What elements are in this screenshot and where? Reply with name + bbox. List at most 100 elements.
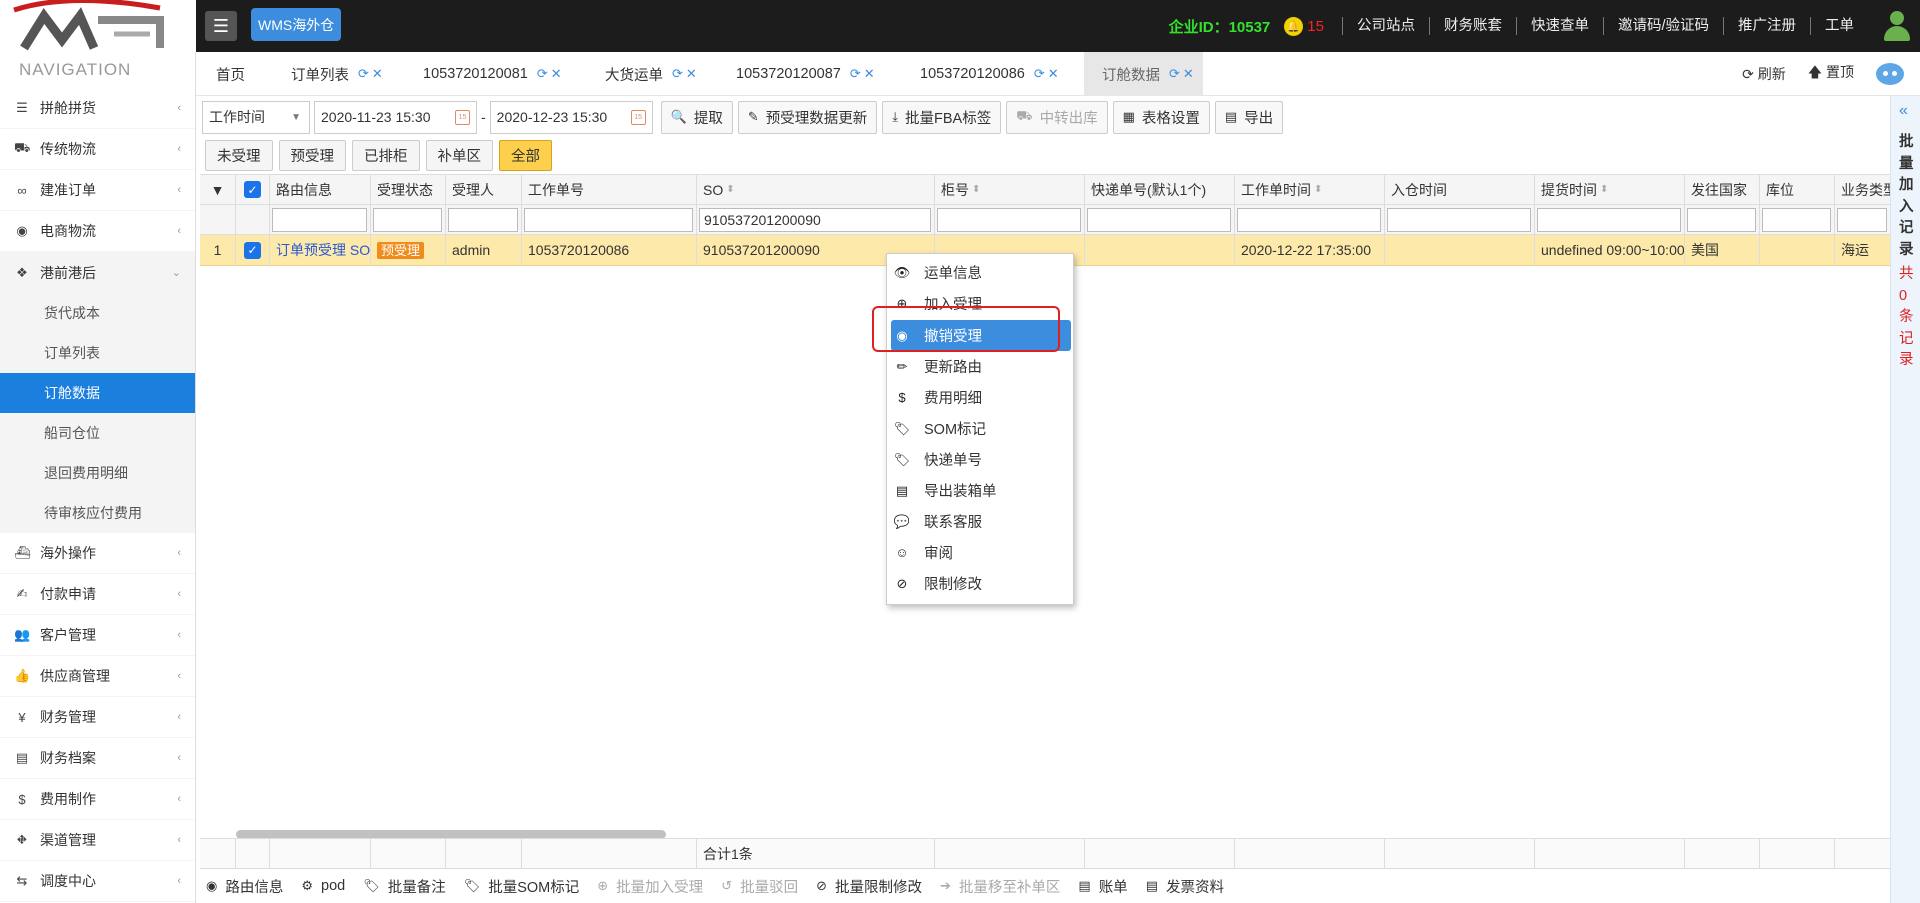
sidebar-item-channels[interactable]: ⛖ 渠道管理 ‹ [0,820,195,861]
link-company-site[interactable]: 公司站点 [1341,17,1429,35]
pin-top-button[interactable]: 🡅 置顶 [1808,62,1854,86]
sidebar-item-booking-orders[interactable]: ∞ 建准订单 ‹ [0,170,195,211]
filter-biz-type-input[interactable] [1837,207,1887,232]
col-work-no[interactable]: 工作单号 [522,175,697,204]
refresh-icon[interactable]: ⟳ [850,66,861,82]
col-location[interactable]: 库位 [1760,175,1835,204]
sidebar-subitem-refund-details[interactable]: 退回费用明细 [0,453,195,493]
filter-work-no-input[interactable] [524,207,693,232]
refresh-icon[interactable]: ⟳ [1169,66,1180,82]
filter-so-input[interactable]: 910537201200090 [699,207,931,232]
filter-route-input[interactable] [272,207,367,232]
sidebar-subitem-order-list[interactable]: 订单列表 [0,333,195,373]
user-avatar[interactable] [1882,11,1912,41]
batch-fba-label-button[interactable]: ⤓ 批量FBA标签 [882,100,1002,134]
filter-container-input[interactable] [937,207,1081,232]
filter-country-input[interactable] [1687,207,1756,232]
menu-item-contact-support[interactable]: 💬 联系客服 [887,506,1073,537]
sidebar-subitem-freight-cost[interactable]: 货代成本 [0,293,195,333]
batch-som-mark-button[interactable]: 🏷 批量SOM标记 [464,876,580,897]
invoice-info-button[interactable]: ▤ 发票资料 [1146,876,1224,897]
sidebar-item-payment-request[interactable]: ✍ 付款申请 ‹ [0,574,195,615]
tab-home[interactable]: 首页 [216,52,245,96]
tab-1053720120081[interactable]: 1053720120081 ⟳ ✕ [423,52,562,96]
route-info-button[interactable]: ◉ 路由信息 [206,876,283,897]
close-icon[interactable]: ✕ [864,66,875,82]
update-preaccept-button[interactable]: ✎ 预受理数据更新 [737,100,878,134]
select-all-checkbox[interactable]: ✓ [236,175,270,204]
link-invite-code[interactable]: 邀请码/验证码 [1602,17,1723,35]
sort-icon[interactable]: ⬍ [1314,184,1322,195]
batch-move-supplement-button[interactable]: ➔ 批量移至补单区 [940,876,1060,897]
pod-button[interactable]: ⚙ pod [301,878,345,894]
calendar-icon[interactable]: 15 [455,109,470,125]
cell-route[interactable]: 订单预受理 SO [270,235,371,265]
sidebar-item-port[interactable]: ❖ 港前港后 ⌄ [0,252,195,293]
sidebar-item-finance[interactable]: ¥ 财务管理 ‹ [0,697,195,738]
link-promo-register[interactable]: 推广注册 [1723,17,1810,35]
sidebar-subitem-pending-payables[interactable]: 待审核应付费用 [0,493,195,533]
route-link[interactable]: 订单预受理 SO [276,240,370,260]
table-settings-button[interactable]: ▦ 表格设置 [1112,100,1210,134]
sort-icon[interactable]: ⬍ [726,184,734,195]
col-in-time[interactable]: 入仓时间 [1385,175,1535,204]
sidebar-item-traditional-logistics[interactable]: ⛟ 传统物流 ‹ [0,129,195,170]
menu-item-update-route[interactable]: ✏ 更新路由 [887,351,1073,382]
sidebar-item-customers[interactable]: 👥 客户管理 ‹ [0,615,195,656]
row-checkbox[interactable]: ✓ [236,235,270,265]
sidebar-item-ecommerce-logistics[interactable]: ◉ 电商物流 ‹ [0,211,195,252]
date-from-input[interactable]: 2020-11-23 15:30 15 [314,100,477,134]
refresh-icon[interactable]: ⟳ [1034,66,1045,82]
batch-restrict-edit-button[interactable]: ⊘ 批量限制修改 [816,876,922,897]
link-quick-search[interactable]: 快速查单 [1515,17,1603,35]
menu-item-som-mark[interactable]: 🏷 SOM标记 [887,413,1073,444]
filter-in-time-input[interactable] [1387,207,1531,232]
col-express[interactable]: 快递单号(默认1个) [1085,175,1235,204]
sidebar-item-consolidation[interactable]: ☰ 拼舱拼货 ‹ [0,88,195,129]
col-country[interactable]: 发往国家 [1685,175,1760,204]
menu-item-restrict-edit[interactable]: ⊘ 限制修改 [887,568,1073,599]
link-work-order[interactable]: 工单 [1810,17,1868,35]
col-container[interactable]: 柜号 ⬍ [935,175,1085,204]
menu-item-waybill-info[interactable]: 👁 运单信息 [887,257,1073,288]
refresh-icon[interactable]: ⟳ [672,66,683,82]
menu-item-express-no[interactable]: 🏷 快递单号 [887,444,1073,475]
col-handler[interactable]: 受理人 [446,175,522,204]
filter-preaccepted[interactable]: 预受理 [278,140,346,171]
filter-supplement[interactable]: 补单区 [425,140,493,171]
filter-pickup-time-input[interactable] [1537,207,1681,232]
close-icon[interactable]: ✕ [686,66,697,82]
tab-order-list[interactable]: 订单列表 ⟳ ✕ [291,52,383,96]
sidebar-item-overseas-ops[interactable]: ⛴ 海外操作 ‹ [0,533,195,574]
col-work-time[interactable]: 工作单时间 ⬍ [1235,175,1385,204]
col-route[interactable]: 路由信息 [270,175,371,204]
tab-1053720120087[interactable]: 1053720120087 ⟳ ✕ [736,52,875,96]
refresh-icon[interactable]: ⟳ [537,66,548,82]
batch-reject-button[interactable]: ↺ 批量驳回 [721,876,798,897]
horizontal-scrollbar[interactable] [236,830,666,838]
refresh-button[interactable]: ⟳ 刷新 [1742,64,1786,84]
sidebar-subitem-booking-data[interactable]: 订舱数据 [0,373,195,413]
sidebar-item-dispatch[interactable]: ⇆ 调度中心 ‹ [0,861,195,902]
sidebar-item-fee-creation[interactable]: $ 费用制作 ‹ [0,779,195,820]
menu-toggle-button[interactable]: ☰ [205,11,237,41]
col-so[interactable]: SO ⬍ [697,175,935,204]
sort-icon[interactable]: ⬍ [972,184,980,195]
filter-toggle[interactable]: ▼ [200,175,236,204]
tab-1053720120086[interactable]: 1053720120086 ⟳ ✕ [920,52,1059,96]
sidebar-subitem-carrier-space[interactable]: 船司仓位 [0,413,195,453]
menu-item-export-packing-list[interactable]: ▤ 导出装箱单 [887,475,1073,506]
col-status[interactable]: 受理状态 [371,175,446,204]
sidebar-item-finance-archive[interactable]: ▤ 财务档案 ‹ [0,738,195,779]
refresh-icon[interactable]: ⟳ [358,66,369,82]
filter-work-time-input[interactable] [1237,207,1381,232]
filter-handler-input[interactable] [448,207,518,232]
col-biz-type[interactable]: 业务类型 [1835,175,1890,204]
wms-brand-button[interactable]: WMS海外仓 [251,8,342,41]
filter-express-input[interactable] [1087,207,1231,232]
menu-item-fee-details[interactable]: $ 费用明细 [887,382,1073,413]
chat-bot-icon[interactable] [1876,63,1904,85]
filter-containerized[interactable]: 已排柜 [352,140,420,171]
tab-cargo-waybill[interactable]: 大货运单 ⟳ ✕ [605,52,697,96]
filter-status-input[interactable] [373,207,442,232]
